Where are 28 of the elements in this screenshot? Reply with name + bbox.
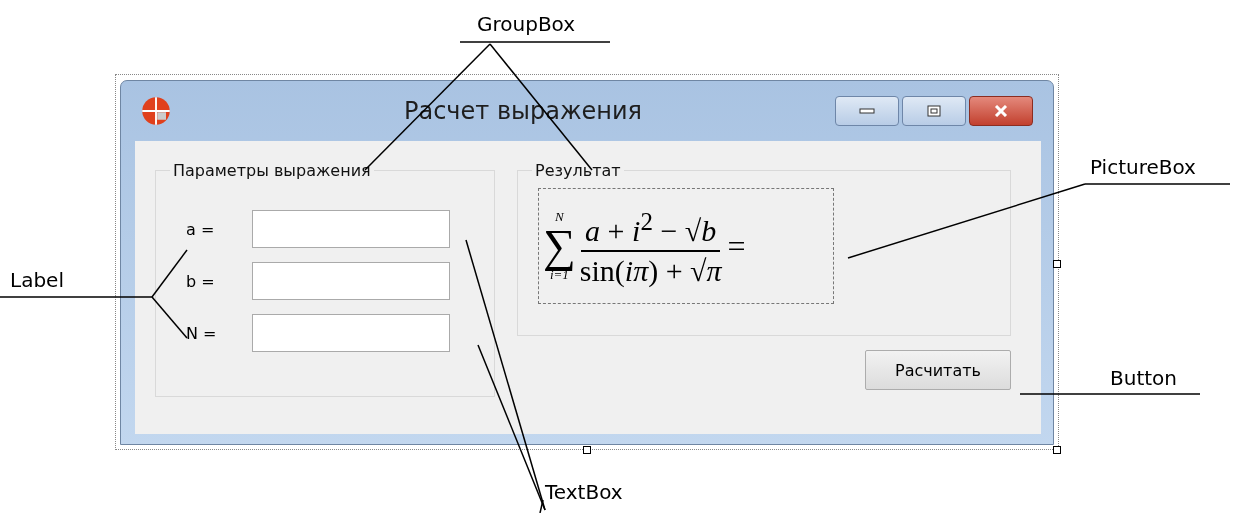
resize-handle[interactable]: [1053, 260, 1061, 268]
formula-text: =: [727, 227, 746, 265]
field-label: N =: [186, 323, 218, 343]
callout-label: PictureBox: [1090, 155, 1196, 179]
maximize-button[interactable]: [902, 96, 966, 126]
calculate-button[interactable]: Расчитать: [865, 350, 1011, 390]
minimize-button[interactable]: [835, 96, 899, 126]
group-title: Параметры выражения: [172, 161, 372, 180]
callout-label: Button: [1110, 366, 1177, 390]
field-label: a =: [186, 219, 216, 239]
input-field[interactable]: [252, 262, 450, 300]
group-title: Результат: [534, 161, 622, 180]
minimize-icon: [859, 107, 875, 115]
input-field[interactable]: [252, 314, 450, 352]
field-label: b =: [186, 271, 216, 291]
resize-handle[interactable]: [583, 446, 591, 454]
close-icon: [993, 105, 1009, 117]
callout-label: Label: [10, 268, 64, 292]
app-icon: [141, 96, 171, 126]
resize-handle[interactable]: [1053, 446, 1061, 454]
formula-text: sin(iπ) + √π: [579, 252, 722, 289]
maximize-icon: [927, 105, 941, 117]
formula-text: N: [555, 210, 564, 224]
close-button[interactable]: [969, 96, 1033, 126]
formula-text: a + i$^{2}$ − √b: [581, 202, 721, 252]
callout-label: GroupBox: [477, 12, 576, 36]
input-field[interactable]: [252, 210, 450, 248]
callout-label: TextBox: [545, 480, 623, 504]
